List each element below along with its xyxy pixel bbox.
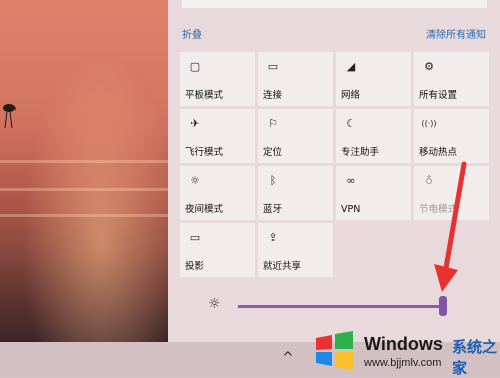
tile-bluetooth[interactable]: ᛒ 蓝牙: [258, 166, 333, 220]
bird-silhouette: [3, 104, 16, 129]
tile-location[interactable]: ⚐ 定位: [258, 109, 333, 163]
collapse-link[interactable]: 折叠: [182, 26, 202, 41]
nearby-share-icon: ⇪: [268, 230, 278, 244]
bluetooth-icon: ᛒ: [269, 173, 277, 187]
tile-label: VPN: [341, 204, 361, 215]
desktop-wallpaper: [0, 0, 168, 342]
notification-card[interactable]: [182, 0, 487, 8]
tile-label: 飞行模式: [185, 147, 224, 158]
moon-icon: ☾: [346, 116, 356, 130]
tile-label: 移动热点: [419, 147, 458, 158]
airplane-icon: ✈: [190, 116, 200, 130]
tile-connect[interactable]: ▭ 连接: [258, 52, 333, 106]
tile-project[interactable]: ▭ 投影: [180, 223, 255, 277]
tile-label: 专注助手: [341, 147, 380, 158]
brightness-icon: ☼: [190, 173, 200, 187]
watermark-brand: Windows: [364, 334, 443, 354]
tile-tablet-mode[interactable]: ▢ 平板模式: [180, 52, 255, 106]
tile-label: 连接: [263, 90, 283, 101]
tile-label: 投影: [185, 261, 205, 272]
windows-logo-icon: [316, 331, 353, 370]
tile-airplane-mode[interactable]: ✈ 飞行模式: [180, 109, 255, 163]
clear-all-notifications-link[interactable]: 清除所有通知: [426, 26, 486, 41]
wave-streak: [0, 214, 168, 217]
tile-all-settings[interactable]: ⚙ 所有设置: [414, 52, 489, 106]
annotation-arrow: [434, 161, 467, 292]
tile-label: 蓝牙: [263, 204, 283, 215]
show-hidden-icons-chevron[interactable]: ^: [282, 350, 294, 366]
tile-label: 平板模式: [185, 90, 224, 101]
tablet-mode-icon: ▢: [189, 59, 201, 73]
brightness-slider-track[interactable]: [238, 305, 445, 308]
location-icon: ⚐: [268, 116, 278, 130]
vpn-icon: ∞: [346, 173, 356, 187]
tile-focus-assist[interactable]: ☾ 专注助手: [336, 109, 411, 163]
wave-streak: [0, 160, 168, 163]
tile-label: 定位: [263, 147, 283, 158]
tile-nearby-sharing[interactable]: ⇪ 就近共享: [258, 223, 333, 277]
project-icon: ▭: [189, 230, 201, 244]
watermark-brand-cn: 系统之家: [452, 338, 498, 377]
tile-night-light[interactable]: ☼ 夜间模式: [180, 166, 255, 220]
tile-vpn[interactable]: ∞ VPN: [336, 166, 411, 220]
tile-label: 就近共享: [263, 261, 302, 272]
network-icon: ◢: [346, 59, 356, 73]
tile-label: 夜间模式: [185, 204, 224, 215]
tile-label: 网络: [341, 90, 361, 101]
watermark-url: www.bjjmlv.com: [364, 357, 442, 369]
brightness-slider-thumb[interactable]: [439, 296, 447, 316]
watermark: Windows 系统之家 www.bjjmlv.com: [300, 322, 500, 377]
wave-streak: [0, 188, 168, 191]
connect-icon: ▭: [267, 59, 279, 73]
gear-icon: ⚙: [424, 59, 434, 73]
tile-network[interactable]: ◢ 网络: [336, 52, 411, 106]
brightness-sun-icon: ☼: [208, 296, 221, 312]
hotspot-icon: ((·)): [421, 118, 437, 128]
tile-mobile-hotspot[interactable]: ((·)) 移动热点: [414, 109, 489, 163]
tile-label: 所有设置: [419, 90, 458, 101]
